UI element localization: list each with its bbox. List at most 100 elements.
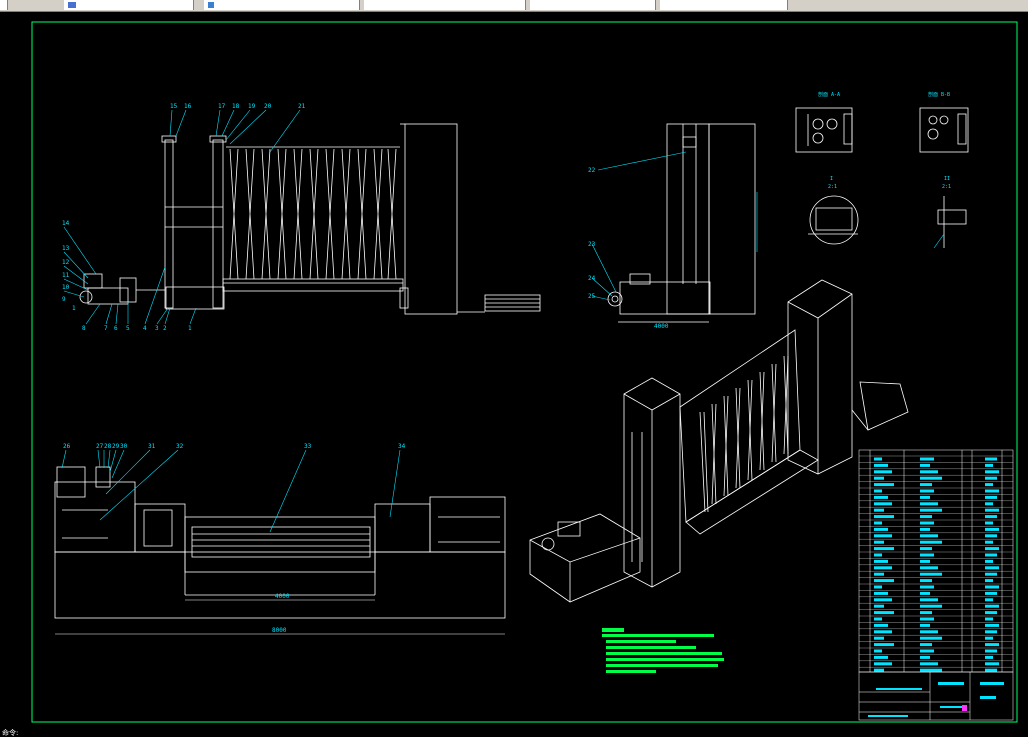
svg-text:25: 25 [588, 293, 596, 300]
toolbar-cell-6[interactable] [660, 0, 788, 10]
plan-dim-total: 8000 [272, 627, 287, 634]
parts-entry-mark [920, 643, 932, 647]
toolbar-cell-1[interactable] [0, 0, 8, 10]
parts-entry-mark [920, 470, 938, 474]
svg-text:16: 16 [184, 103, 192, 110]
parts-entry-mark [985, 579, 993, 583]
detail-2-label: II [944, 176, 950, 182]
parts-entry-mark [920, 540, 942, 544]
svg-text:33: 33 [304, 443, 312, 450]
layer-icon [68, 2, 76, 8]
parts-entry-mark [985, 623, 999, 627]
parts-entry-mark [920, 598, 938, 602]
parts-entry-mark [920, 566, 938, 570]
parts-entry-mark [985, 489, 999, 493]
toolbar-cell-3[interactable] [204, 0, 360, 10]
parts-entry-mark [874, 483, 894, 487]
parts-entry-mark [874, 489, 882, 493]
parts-entry-mark [874, 508, 884, 512]
command-line[interactable]: 命令: [0, 729, 62, 737]
parts-entry-mark [985, 643, 999, 647]
parts-entry-mark [874, 579, 894, 583]
parts-entry-mark [985, 662, 999, 666]
parts-entry-mark [985, 604, 999, 608]
toolbar-cell-4[interactable] [364, 0, 526, 10]
parts-entry-mark [874, 527, 888, 531]
parts-entry-mark [920, 579, 932, 583]
parts-entry-mark [874, 572, 884, 576]
parts-entry-mark [920, 572, 942, 576]
parts-entry-mark [874, 611, 894, 615]
parts-entry-mark [874, 617, 882, 621]
svg-text:2: 2 [163, 325, 167, 332]
isometric-view [529, 279, 909, 603]
plan-view-leaders [61, 449, 401, 533]
parts-entry-mark [985, 655, 993, 659]
side-dimension: 4000 [654, 323, 669, 330]
section-b-label: 剖面 B-B [928, 91, 950, 98]
parts-entry-mark [874, 540, 884, 544]
parts-entry-mark [985, 457, 997, 461]
parts-entry-mark [985, 553, 997, 557]
parts-entry-mark [874, 655, 888, 659]
detail-2-scale: 2:1 [942, 184, 951, 190]
parts-entry-mark [920, 604, 942, 608]
svg-text:6: 6 [114, 325, 118, 332]
parts-entry-mark [985, 483, 993, 487]
svg-text:20: 20 [264, 103, 272, 110]
parts-entry-mark [985, 470, 999, 474]
svg-text:1: 1 [188, 325, 192, 332]
svg-text:15: 15 [170, 103, 178, 110]
parts-entry-mark [874, 463, 888, 467]
parts-entry-mark [874, 566, 892, 570]
toolbar-cell-2[interactable] [64, 0, 194, 10]
parts-entry-mark [920, 617, 934, 621]
parts-entry-mark [985, 559, 993, 563]
parts-entry-mark [920, 547, 932, 551]
toolbar-cell-5[interactable] [530, 0, 656, 10]
parts-entry-mark [874, 457, 882, 461]
svg-text:5: 5 [126, 325, 130, 332]
parts-entry-mark [874, 470, 892, 474]
side-view-callouts: 22 23 24 25 4000 [588, 167, 669, 330]
parts-entry-mark [874, 623, 888, 627]
parts-entry-mark [920, 559, 930, 563]
svg-text:11: 11 [62, 272, 70, 279]
cad-model-space[interactable]: 15 16 17 18 19 20 21 14 13 12 11 10 9 1 87 65 … [0, 12, 1028, 737]
front-view-callouts: 15 16 17 18 19 20 21 1413 1211 109 1 87 65 … [62, 103, 306, 332]
parts-entry-mark [874, 476, 884, 480]
parts-entry-mark [874, 630, 892, 634]
parts-entry-mark [920, 553, 934, 557]
parts-entry-mark [920, 515, 932, 519]
parts-entry-mark [874, 591, 888, 595]
side-view [607, 123, 756, 323]
parts-entry-mark [920, 668, 942, 672]
svg-text:4: 4 [143, 325, 147, 332]
parts-entry-mark [874, 534, 892, 538]
parts-entry-mark [874, 521, 882, 525]
cad-drawing[interactable]: 15 16 17 18 19 20 21 1413 1211 109 1 87 65 … [0, 12, 1028, 737]
parts-entry-mark [874, 649, 882, 653]
parts-entry-mark [985, 476, 997, 480]
section-b-b [919, 107, 969, 153]
parts-entry-mark [874, 668, 884, 672]
parts-entry-mark [985, 495, 997, 499]
parts-entry-mark [874, 502, 892, 506]
side-view-leaders [591, 151, 758, 301]
parts-entry-mark [920, 591, 930, 595]
svg-text:10: 10 [62, 284, 70, 291]
plan-view-callouts: 26 27 28 29 30 31 32 33 34 4000 8000 [63, 443, 406, 634]
svg-text:13: 13 [62, 245, 70, 252]
parts-entry-mark [985, 463, 993, 467]
parts-entry-mark [920, 534, 938, 538]
svg-text:18: 18 [232, 103, 240, 110]
parts-entry-mark [920, 630, 938, 634]
svg-text:24: 24 [588, 275, 596, 282]
parts-entry-mark [920, 483, 932, 487]
parts-entry-mark [920, 636, 942, 640]
svg-text:31: 31 [148, 443, 156, 450]
parts-entry-mark [985, 527, 999, 531]
parts-entry-mark [920, 527, 930, 531]
svg-text:1: 1 [72, 305, 76, 312]
parts-entry-mark [985, 521, 993, 525]
